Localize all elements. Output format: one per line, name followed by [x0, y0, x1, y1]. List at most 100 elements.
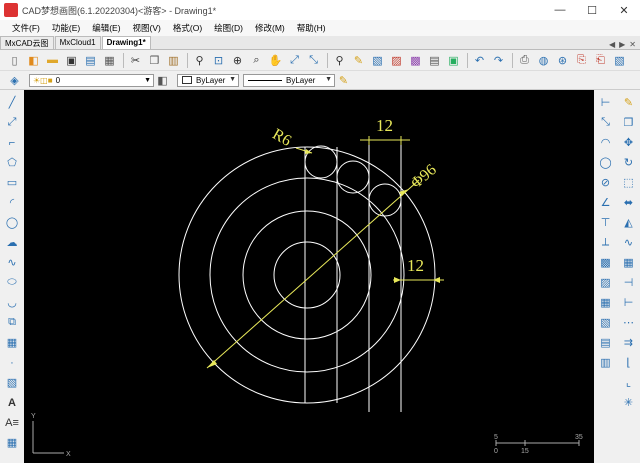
polyline-icon[interactable]: ⌐: [3, 134, 21, 151]
zoom-out-icon[interactable]: ⤡: [305, 52, 322, 69]
menu-file[interactable]: 文件(F): [6, 22, 46, 34]
save-icon[interactable]: ▣: [63, 52, 80, 69]
ellipse-arc-icon[interactable]: ◡: [3, 294, 21, 311]
menu-edit[interactable]: 编辑(E): [86, 22, 126, 34]
text-icon[interactable]: A: [3, 394, 21, 411]
make-block-icon[interactable]: ▦: [3, 334, 21, 351]
dim-diameter-icon[interactable]: ⊘: [597, 174, 615, 191]
layer-dropdown[interactable]: ☀◫■ 0 ▼: [29, 73, 154, 87]
diameter-dimension[interactable]: Φ96: [408, 161, 440, 192]
hatch-icon[interactable]: ▧: [3, 374, 21, 391]
close-button[interactable]: ✕: [608, 0, 640, 20]
revcloud-icon[interactable]: ☁: [3, 234, 21, 251]
zoom-previous-icon[interactable]: ⌕: [248, 52, 265, 69]
paste-icon[interactable]: ▥: [165, 52, 182, 69]
ungroup-icon[interactable]: ▧: [597, 314, 615, 331]
menu-draw[interactable]: 绘图(D): [208, 22, 249, 34]
layer-manager-icon[interactable]: ◈: [6, 72, 23, 89]
top-width-dimension[interactable]: 12: [376, 116, 393, 135]
scale-icon[interactable]: ⬚: [620, 174, 638, 191]
point-icon[interactable]: ·: [3, 354, 21, 371]
trim-icon[interactable]: ⊣: [620, 274, 638, 291]
layer-previous-icon[interactable]: ◧: [154, 72, 171, 89]
tab-mxcad-cloud[interactable]: MxCAD云图: [0, 36, 54, 49]
circle-icon[interactable]: ◯: [3, 214, 21, 231]
zoom-extents-icon[interactable]: ⊕: [229, 52, 246, 69]
color-dropdown[interactable]: ByLayer ▼: [177, 73, 239, 87]
zoom-window-icon[interactable]: ⊡: [210, 52, 227, 69]
wipeout-icon[interactable]: ▤: [597, 334, 615, 351]
fillet-icon[interactable]: ⌞: [620, 374, 638, 391]
undo-icon[interactable]: ↶: [471, 52, 488, 69]
draw-order-back-icon[interactable]: ▨: [597, 274, 615, 291]
inner-ring-circle[interactable]: [242, 210, 372, 340]
radius-dimension[interactable]: R6: [269, 126, 294, 150]
group-icon[interactable]: ▦: [597, 294, 615, 311]
array-icon[interactable]: ▦: [620, 254, 638, 271]
copy-icon[interactable]: ❐: [146, 52, 163, 69]
dim-angular-icon[interactable]: ∠: [597, 194, 615, 211]
mirror-icon[interactable]: ◭: [620, 214, 638, 231]
folder-icon[interactable]: ▬: [44, 52, 61, 69]
stretch-icon[interactable]: ⬌: [620, 194, 638, 211]
rectangle-icon[interactable]: ▭: [3, 174, 21, 191]
save-as-icon[interactable]: ▤: [82, 52, 99, 69]
line-icon[interactable]: ╱: [3, 94, 21, 111]
globe-icon[interactable]: ⊛: [554, 52, 571, 69]
draw-order-front-icon[interactable]: ▩: [597, 254, 615, 271]
color-icon[interactable]: ▩: [407, 52, 424, 69]
image-icon[interactable]: ▣: [445, 52, 462, 69]
move-icon[interactable]: ✥: [620, 134, 638, 151]
center-circle[interactable]: [273, 241, 341, 309]
text-icon[interactable]: ▤: [426, 52, 443, 69]
right-width-dimension[interactable]: 12: [407, 256, 424, 275]
dim-aligned-icon[interactable]: ⤡: [597, 114, 615, 131]
menu-help[interactable]: 帮助(H): [291, 22, 332, 34]
minimize-button[interactable]: —: [544, 0, 576, 20]
tab-close-icon[interactable]: ✕: [629, 40, 636, 49]
extend-icon[interactable]: ⊢: [620, 294, 638, 311]
dim-radius-icon[interactable]: ◯: [597, 154, 615, 171]
properties-icon[interactable]: ✎: [350, 52, 367, 69]
diameter-dim-line[interactable]: [206, 179, 420, 369]
menu-modify[interactable]: 修改(M): [249, 22, 291, 34]
dim-continue-icon[interactable]: ⟂: [597, 234, 615, 251]
middle-circle[interactable]: [209, 177, 405, 373]
chamfer-icon[interactable]: ⌊: [620, 354, 638, 371]
image-export-icon[interactable]: ▧: [611, 52, 628, 69]
pdf-export-icon[interactable]: ⎗: [592, 52, 609, 69]
mtext-icon[interactable]: A≡: [3, 414, 21, 431]
tab-next-icon[interactable]: ▶: [619, 40, 625, 49]
tab-prev-icon[interactable]: ◀: [609, 40, 615, 49]
drawing-canvas[interactable]: 12 12 R6 Φ96 Y X 5 35 0 15: [24, 90, 594, 463]
break-icon[interactable]: ⋯: [620, 314, 638, 331]
explode-icon[interactable]: ✳: [620, 394, 638, 411]
pdf-icon[interactable]: ⎘: [573, 52, 590, 69]
xline-icon[interactable]: ⤢: [3, 114, 21, 131]
match-prop-icon[interactable]: ▧: [369, 52, 386, 69]
print-preview-icon[interactable]: ▦: [101, 52, 118, 69]
redo-icon[interactable]: ↷: [490, 52, 507, 69]
open-icon[interactable]: ◧: [25, 52, 42, 69]
tab-drawing1[interactable]: Drawing1*: [101, 36, 151, 49]
web-icon[interactable]: ◍: [535, 52, 552, 69]
outer-circle[interactable]: [178, 146, 436, 404]
find-icon[interactable]: ⚲: [331, 52, 348, 69]
block-edit-icon[interactable]: ▥: [597, 354, 615, 371]
cut-icon[interactable]: ✂: [127, 52, 144, 69]
zoom-realtime-icon[interactable]: ⚲: [191, 52, 208, 69]
offset-icon[interactable]: ∿: [620, 234, 638, 251]
tab-mxcloud1[interactable]: MxCloud1: [54, 36, 101, 49]
brush-icon[interactable]: ✎: [335, 72, 352, 89]
menu-view[interactable]: 视图(V): [127, 22, 167, 34]
dim-linear-icon[interactable]: ⊢: [597, 94, 615, 111]
layer-icon[interactable]: ▨: [388, 52, 405, 69]
zoom-in-icon[interactable]: ⤢: [286, 52, 303, 69]
erase-icon[interactable]: ✎: [620, 94, 638, 111]
plot-icon[interactable]: ⎙: [516, 52, 533, 69]
small-circle-1[interactable]: [304, 145, 338, 179]
small-circle-2[interactable]: [336, 160, 370, 194]
pan-icon[interactable]: ✋: [267, 52, 284, 69]
dim-baseline-icon[interactable]: ⊤: [597, 214, 615, 231]
dim-arc-icon[interactable]: ◠: [597, 134, 615, 151]
